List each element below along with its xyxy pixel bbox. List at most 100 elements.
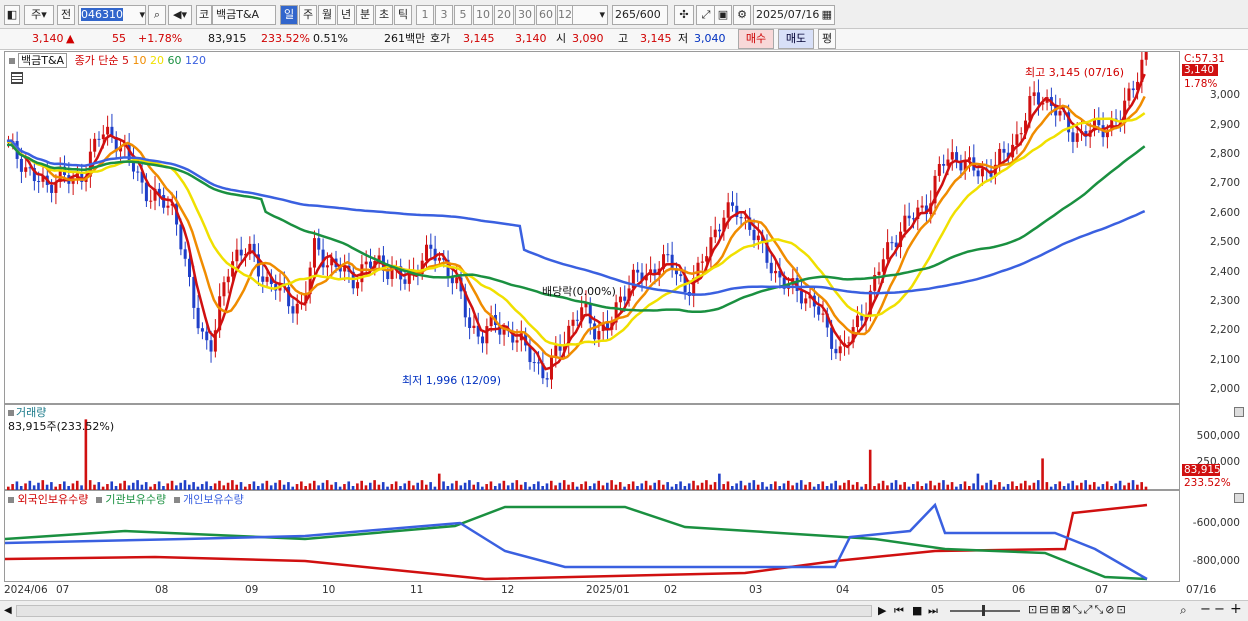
ma-legend-10[interactable]: 10 <box>129 54 147 67</box>
ma-legend-20[interactable]: 20 <box>147 54 164 67</box>
price-tick-4: 2,600 <box>1209 206 1240 219</box>
hold-tick-1: -600,000 <box>1192 517 1240 529</box>
zoom-slider[interactable] <box>950 610 1020 612</box>
candle-body <box>769 262 773 274</box>
interval-button-3[interactable]: 3 <box>435 5 453 25</box>
legend-square-icon <box>9 58 15 64</box>
scroll-right-icon[interactable]: ▶ <box>878 604 886 617</box>
zoom-handle-icon[interactable] <box>982 605 985 616</box>
period-tab-3[interactable]: 년 <box>337 5 355 25</box>
candle-body <box>205 331 209 341</box>
candle-body <box>1058 111 1062 116</box>
candle-body <box>1131 88 1135 91</box>
candle-body <box>700 261 704 263</box>
candle-body <box>136 171 140 173</box>
x-label-12: 06 <box>1012 584 1026 596</box>
period-tab-5[interactable]: 초 <box>375 5 393 25</box>
count-field[interactable]: 265/600 <box>612 5 668 25</box>
zoom-reset-icon[interactable]: − <box>1214 602 1225 617</box>
draw-tool-icon[interactable]: ⤢ <box>696 5 716 25</box>
speaker-icon[interactable]: ◀▾ <box>168 5 192 25</box>
pane-close-icon[interactable] <box>1234 407 1244 417</box>
candle-body <box>666 254 670 256</box>
candle-body <box>618 296 622 303</box>
price-tick-10: 2,000 <box>1209 383 1240 396</box>
market-select[interactable]: 주▾ <box>24 5 54 25</box>
ma-legend-60[interactable]: 60 <box>164 54 182 67</box>
candle-body <box>481 336 485 344</box>
pane-close-icon[interactable] <box>1234 493 1244 503</box>
candle-body <box>162 195 166 208</box>
date-field[interactable]: 2025/07/16 ▦ <box>753 5 835 25</box>
hold-tick-2: -800,000 <box>1192 555 1240 567</box>
candle-body <box>93 138 97 152</box>
price-pane-legend: 백금T&A 종가 단순 5 10 20 60 120 <box>9 53 206 68</box>
zoom-search-icon[interactable]: ⌕ <box>1180 603 1187 618</box>
price-tick-7: 2,300 <box>1209 295 1240 308</box>
period-tab-1[interactable]: 주 <box>299 5 317 25</box>
scroll-left-icon[interactable]: ◀ <box>4 605 12 616</box>
first-page-icon[interactable]: ⏮ <box>894 604 904 618</box>
candle-body <box>209 340 213 352</box>
zoom-in-icon[interactable]: + <box>1230 601 1242 617</box>
ma-legend-120[interactable]: 120 <box>182 54 206 67</box>
zoom-out-icon[interactable]: − <box>1200 602 1211 617</box>
candle-body <box>200 328 204 332</box>
interval-button-5[interactable]: 5 <box>454 5 472 25</box>
interval-button-30[interactable]: 30 <box>515 5 535 25</box>
holdings-axis: -600,000 -800,000 <box>1180 490 1248 582</box>
sell-button[interactable]: 매도 <box>778 29 814 49</box>
settings-gear-icon[interactable]: ⚙ <box>733 5 751 25</box>
eval-button[interactable]: 평 <box>818 29 836 49</box>
period-tab-2[interactable]: 월 <box>318 5 336 25</box>
candle-body <box>472 325 476 328</box>
code-prefix-label: 코 <box>198 8 210 21</box>
period-tab-6[interactable]: 틱 <box>394 5 412 25</box>
candle-body <box>756 235 760 241</box>
candle-body <box>97 138 101 140</box>
candle-body <box>101 134 105 140</box>
interval-button-10[interactable]: 10 <box>473 5 493 25</box>
candle-body <box>144 182 148 202</box>
candle-body <box>24 167 28 172</box>
holdings-pane[interactable]: 외국인보유수량 기관보유수량 개인보유수량 <box>4 490 1180 582</box>
interval-button-1[interactable]: 1 <box>416 5 434 25</box>
bottom-bar: ◀ ▶ ⏮ ■ ⏭ ⊡⊟⊞⊠⤡⤢⤡⊘⊡ ⌕ − − + <box>0 600 1248 621</box>
candle-body <box>386 270 390 280</box>
candle-body <box>554 345 558 357</box>
interval-button-20[interactable]: 20 <box>494 5 514 25</box>
candle-body <box>571 319 575 326</box>
period-tab-4[interactable]: 분 <box>356 5 374 25</box>
price-change-pct: +1.78% <box>138 32 183 45</box>
candle-body <box>403 279 407 284</box>
crosshair-icon[interactable]: ✣ <box>674 5 694 25</box>
volume-bar <box>718 473 721 491</box>
volume-pane[interactable]: 거래량 83,915주(233.52%) <box>4 404 1180 491</box>
interval-button-60[interactable]: 60 <box>536 5 556 25</box>
interval-dropdown[interactable]: ▾ <box>572 5 608 25</box>
save-icon[interactable]: ▣ <box>714 5 732 25</box>
ma-legend-5[interactable]: 5 <box>122 54 129 67</box>
stock-code-input[interactable]: 046310 ▾ <box>78 5 146 25</box>
candle-body <box>226 276 230 283</box>
legend-foreign: 외국인보유수량 <box>17 493 89 506</box>
buy-button[interactable]: 매수 <box>738 29 774 49</box>
buy-label: 매수 <box>745 32 767 45</box>
period-tab-0[interactable]: 일 <box>280 5 298 25</box>
prev-button[interactable]: 전 <box>57 5 75 25</box>
last-page-icon[interactable]: ⏭ <box>928 604 938 618</box>
stop-icon[interactable]: ■ <box>912 604 922 617</box>
candle-body <box>179 224 183 250</box>
stock-name-field[interactable]: 백금T&A <box>212 5 276 25</box>
candle-body <box>325 265 329 268</box>
chart-menu-icon[interactable]: ◧ <box>4 5 20 25</box>
grid-toggle-icon[interactable] <box>11 72 23 84</box>
price-pane[interactable]: 백금T&A 종가 단순 5 10 20 60 120 최고 3,145 (07/… <box>4 51 1180 404</box>
horizontal-scrollbar[interactable] <box>16 605 872 617</box>
x-label-13: 07 <box>1095 584 1109 596</box>
candle-body <box>291 306 295 314</box>
search-icon[interactable]: ⌕ <box>148 5 166 25</box>
volume-bar <box>976 473 980 491</box>
price-tick-0: 3,000 <box>1209 89 1240 102</box>
layout-tools-icon[interactable]: ⊡⊟⊞⊠⤡⤢⤡⊘⊡ <box>1028 603 1128 617</box>
